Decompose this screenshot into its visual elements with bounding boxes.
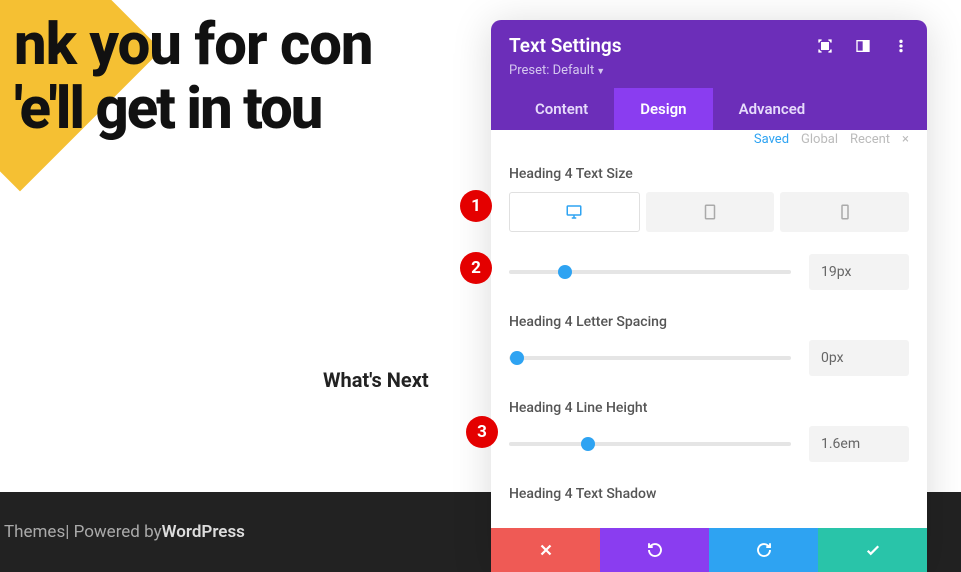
line-height-slider[interactable] bbox=[509, 442, 791, 446]
redo-button[interactable] bbox=[709, 528, 818, 572]
undo-icon bbox=[646, 541, 664, 559]
footer-separator: | Powered by bbox=[65, 522, 161, 542]
text-size-label: Heading 4 Text Size bbox=[509, 166, 909, 182]
text-size-value[interactable]: 19px bbox=[809, 254, 909, 290]
hero-line-1: nk you for co bbox=[14, 11, 341, 79]
tablet-icon bbox=[701, 203, 719, 221]
text-shadow-label: Heading 4 Text Shadow bbox=[509, 486, 909, 502]
device-tab-desktop[interactable] bbox=[509, 192, 640, 232]
line-height-value[interactable]: 1.6em bbox=[809, 426, 909, 462]
preset-hints: Saved Global Recent × bbox=[509, 132, 909, 147]
text-size-slider[interactable] bbox=[509, 270, 791, 274]
letter-spacing-label: Heading 4 Letter Spacing bbox=[509, 314, 909, 330]
cancel-button[interactable] bbox=[491, 528, 600, 572]
annotation-marker-3: 3 bbox=[466, 416, 498, 448]
tab-content[interactable]: Content bbox=[509, 88, 614, 130]
letter-spacing-value[interactable]: 0px bbox=[809, 340, 909, 376]
chevron-down-icon: ▼ bbox=[596, 67, 605, 77]
responsive-device-tabs bbox=[509, 192, 909, 232]
desktop-icon bbox=[565, 203, 583, 221]
kebab-menu-icon[interactable] bbox=[893, 38, 909, 54]
undo-button[interactable] bbox=[600, 528, 709, 572]
footer-brand: Themes bbox=[4, 522, 65, 542]
slider-thumb[interactable] bbox=[510, 351, 524, 365]
footer-engine: WordPress bbox=[162, 522, 245, 542]
save-button[interactable] bbox=[818, 528, 927, 572]
panel-footer bbox=[491, 528, 927, 572]
hero-text: nk you for con 'e'll get in tou bbox=[14, 14, 373, 142]
close-icon bbox=[537, 541, 555, 559]
whats-next-heading: What's Next bbox=[323, 368, 429, 392]
preset-dropdown[interactable]: Preset: Default▼ bbox=[509, 63, 909, 78]
slider-thumb[interactable] bbox=[558, 265, 572, 279]
tab-advanced[interactable]: Advanced bbox=[713, 88, 832, 130]
panel-title: Text Settings bbox=[509, 34, 621, 57]
check-icon bbox=[864, 541, 882, 559]
expand-icon[interactable] bbox=[817, 38, 833, 54]
settings-panel: Text Settings Preset: Default▼ Content D… bbox=[491, 20, 927, 572]
snap-icon[interactable] bbox=[855, 38, 871, 54]
tab-design[interactable]: Design bbox=[614, 88, 712, 130]
annotation-marker-1: 1 bbox=[460, 190, 492, 222]
panel-header: Text Settings Preset: Default▼ Content D… bbox=[491, 20, 927, 130]
panel-tabs: Content Design Advanced bbox=[509, 88, 909, 130]
letter-spacing-slider[interactable] bbox=[509, 356, 791, 360]
phone-icon bbox=[836, 203, 854, 221]
annotation-marker-2: 2 bbox=[460, 252, 492, 284]
slider-thumb[interactable] bbox=[581, 437, 595, 451]
line-height-label: Heading 4 Line Height bbox=[509, 400, 909, 416]
redo-icon bbox=[755, 541, 773, 559]
device-tab-phone[interactable] bbox=[780, 192, 909, 232]
device-tab-tablet[interactable] bbox=[646, 192, 775, 232]
hero-line-2: 'e'll get in tou bbox=[14, 75, 321, 143]
panel-body: Saved Global Recent × Heading 4 Text Siz… bbox=[491, 130, 927, 528]
